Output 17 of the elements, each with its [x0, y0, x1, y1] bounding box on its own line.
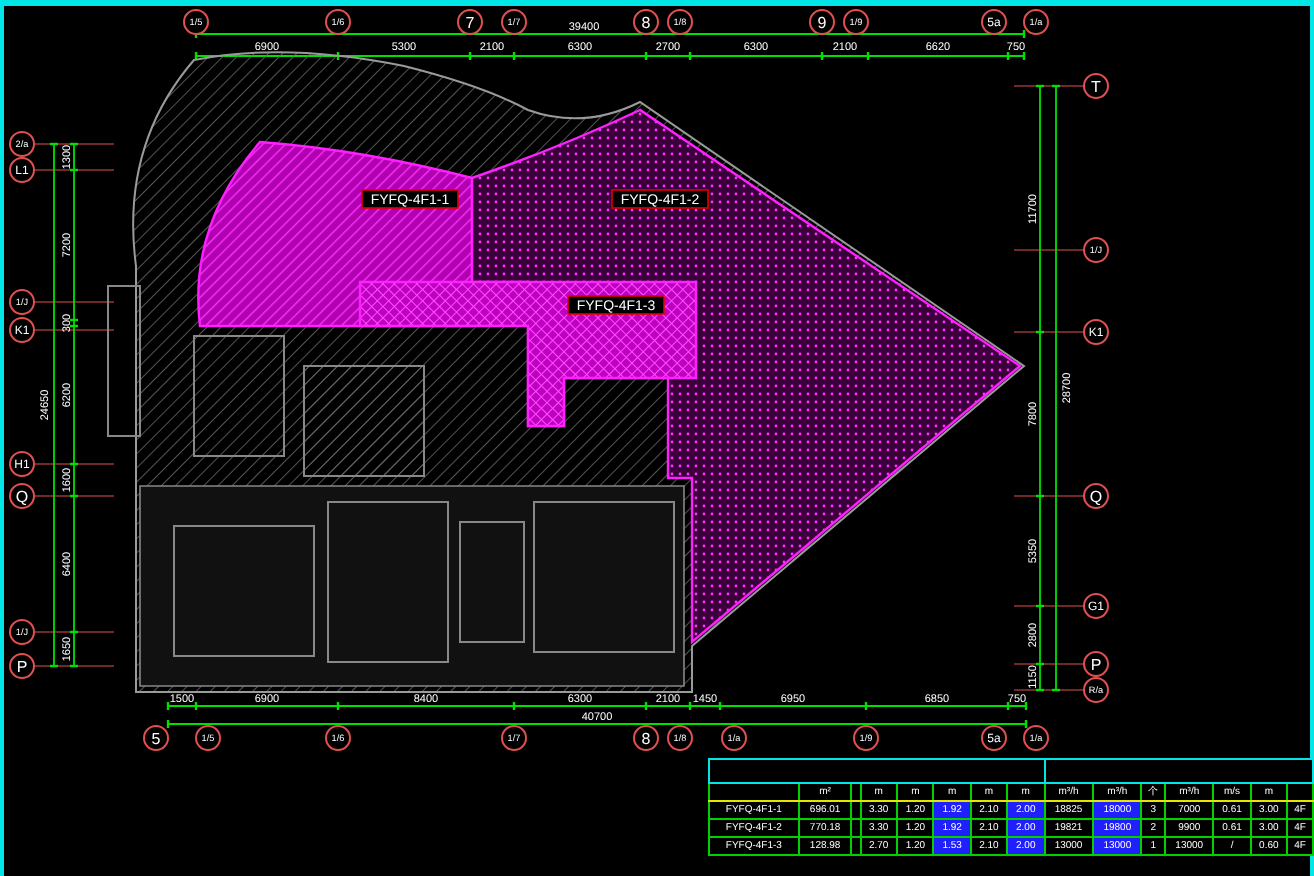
axis-bubble: P [1083, 651, 1109, 677]
axis-bubble: 8 [633, 725, 659, 751]
axis-bubble: Q [9, 483, 35, 509]
unit-cell [709, 783, 799, 801]
axis-bubble: 8 [633, 9, 659, 35]
room-outline [459, 521, 525, 643]
axis-bubble: Q [1083, 483, 1109, 509]
axis-bubble: 9 [809, 9, 835, 35]
room-outline [173, 525, 315, 657]
unit-cell [1287, 783, 1313, 801]
axis-bubble: 5 [143, 725, 169, 751]
unit-cell [851, 783, 861, 801]
room-outline [193, 335, 285, 457]
axis-bubble: P [9, 653, 35, 679]
axis-bubble: 7 [457, 9, 483, 35]
stair-outline [303, 365, 425, 477]
axis-bubble: T [1083, 73, 1109, 99]
